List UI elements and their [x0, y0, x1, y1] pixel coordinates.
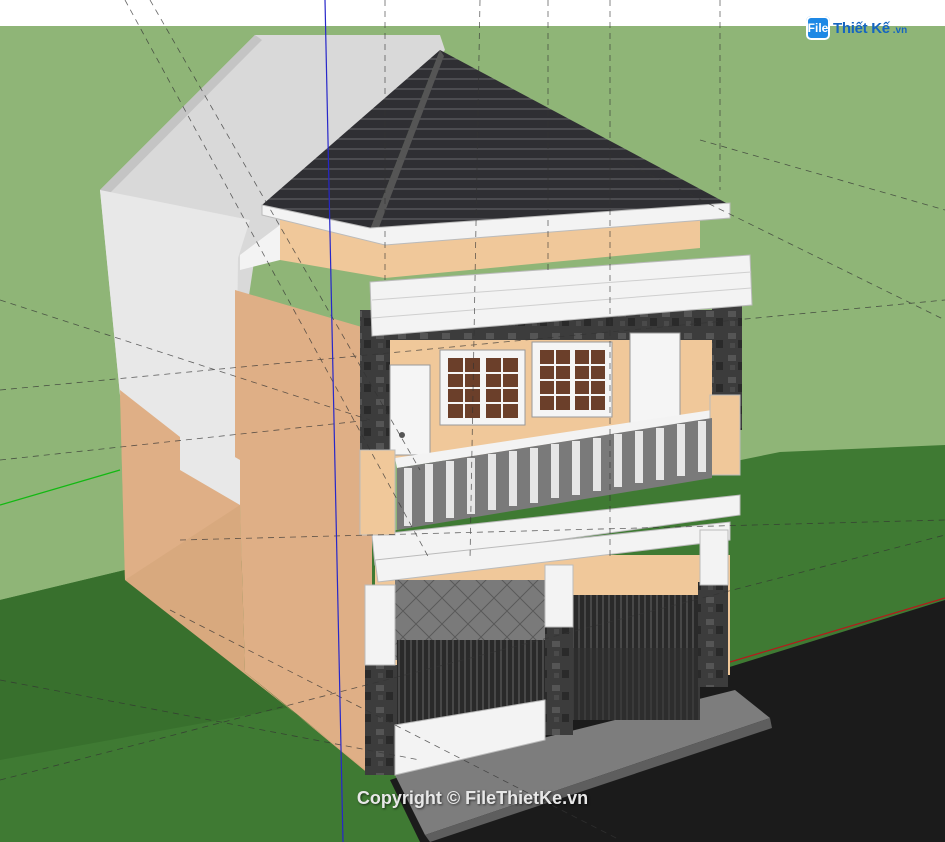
logo-text: Thiết Kế: [833, 19, 890, 37]
pillar-cap-mid: [544, 564, 574, 628]
balcony-door: [389, 364, 431, 456]
sky: [0, 0, 945, 30]
stone-pillar-left: [365, 665, 397, 775]
pillar-cap-right: [699, 529, 729, 586]
site-logo: File Thiết Kế .vn: [806, 14, 907, 42]
stone-pillar-right: [698, 582, 728, 687]
stone-pillar-mid: [545, 625, 573, 735]
balcony-post-right: [709, 394, 741, 476]
logo-mark: File: [806, 16, 830, 40]
sketchup-house-scene: [0, 0, 945, 842]
copyright-watermark: Copyright © FileThietKe.vn: [356, 788, 589, 808]
logo-tld: .vn: [892, 25, 908, 36]
balcony-post-left: [359, 449, 396, 536]
side-door: [629, 332, 681, 424]
pillar-cap-left: [364, 584, 396, 666]
